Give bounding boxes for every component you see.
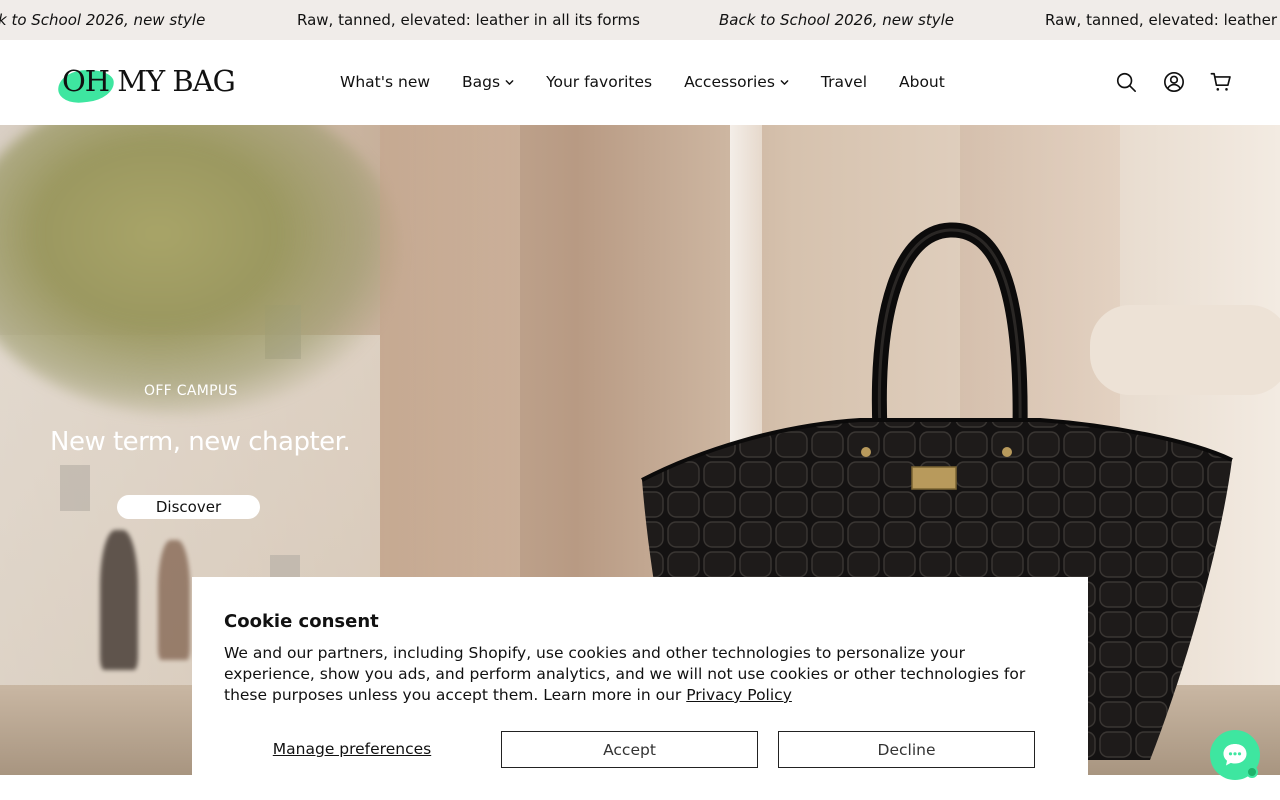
account-icon[interactable] (1163, 71, 1185, 93)
cookie-body-text: We and our partners, including Shopify, … (224, 644, 1026, 704)
nav-item-label: Travel (820, 73, 867, 91)
main-nav: What's new Bags Your favorites Accessori… (340, 73, 977, 91)
nav-item-about[interactable]: About (899, 73, 945, 91)
hero-title: New term, new chapter. (50, 427, 351, 457)
privacy-policy-link[interactable]: Privacy Policy (686, 686, 792, 704)
site-header: OH MY BAG What's new Bags Your favorites… (0, 40, 1280, 125)
nav-item-whats-new[interactable]: What's new (340, 73, 430, 91)
announcement-text: Raw, tanned, elevated: leather i (1045, 11, 1280, 29)
search-icon[interactable] (1115, 71, 1137, 93)
announcement-text: Raw, tanned, elevated: leather in all it… (297, 11, 640, 29)
nav-item-label: Bags (462, 73, 501, 91)
cart-icon[interactable] (1210, 71, 1232, 93)
announcement-text: Back to School 2026, new style (719, 11, 955, 29)
nav-item-label: About (899, 73, 945, 91)
nav-item-label: Your favorites (546, 73, 653, 91)
cookie-body: We and our partners, including Shopify, … (224, 643, 1054, 706)
announcement-text: k to School 2026, new style (0, 11, 206, 29)
chevron-down-icon (505, 79, 514, 85)
hero-eyebrow: OFF CAMPUS (144, 383, 238, 399)
decline-button[interactable]: Decline (778, 731, 1035, 768)
cookie-title: Cookie consent (224, 611, 379, 632)
chat-launcher-button[interactable] (1210, 730, 1260, 780)
nav-item-bags[interactable]: Bags (462, 73, 514, 91)
nav-item-accessories[interactable]: Accessories (684, 73, 789, 91)
manage-preferences-link[interactable]: Manage preferences (224, 731, 480, 767)
hero-background-window (60, 465, 90, 511)
chat-bubble-icon (1223, 744, 1247, 766)
logo-text: OH MY BAG (62, 64, 236, 98)
cookie-consent-banner: Cookie consent We and our partners, incl… (192, 577, 1088, 800)
hero-background-figure (100, 530, 138, 670)
accept-button[interactable]: Accept (501, 731, 758, 768)
chat-status-dot (1246, 766, 1258, 778)
nav-item-favorites[interactable]: Your favorites (546, 73, 652, 91)
site-logo[interactable]: OH MY BAG (56, 62, 236, 105)
discover-button[interactable]: Discover (117, 495, 260, 519)
chevron-down-icon (780, 79, 789, 85)
nav-item-label: Accessories (684, 73, 775, 91)
announcement-bar: k to School 2026, new style Raw, tanned,… (0, 0, 1280, 40)
nav-item-travel[interactable]: Travel (821, 73, 867, 91)
hero-background-figure (158, 540, 190, 660)
nav-item-label: What's new (340, 73, 431, 91)
